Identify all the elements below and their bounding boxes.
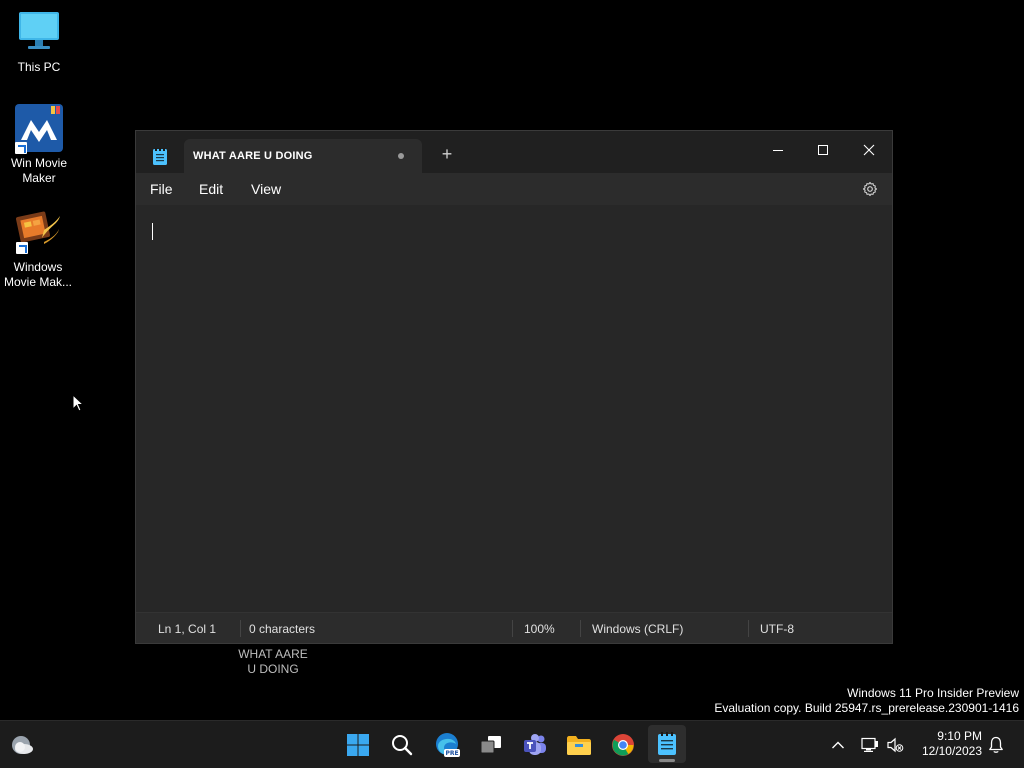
status-separator bbox=[512, 620, 513, 637]
chrome-button[interactable] bbox=[607, 729, 639, 761]
network-icon bbox=[861, 737, 878, 752]
desktop-icon-label: This PC bbox=[17, 60, 61, 74]
settings-gear-icon[interactable] bbox=[862, 181, 878, 197]
text-caret bbox=[152, 223, 153, 240]
text-editor-area[interactable] bbox=[136, 205, 892, 611]
chrome-icon bbox=[612, 734, 634, 756]
status-bar: Ln 1, Col 1 0 characters 100% Windows (C… bbox=[136, 612, 892, 643]
watermark-line-1: Windows 11 Pro Insider Preview bbox=[847, 686, 1019, 700]
close-icon bbox=[863, 144, 875, 156]
status-character-count: 0 characters bbox=[249, 622, 316, 636]
notifications-button[interactable] bbox=[986, 735, 1006, 755]
notepad-window[interactable]: WHAT AARE U DOING + File Edit View Ln 1,… bbox=[135, 130, 893, 644]
unsaved-dot-icon[interactable] bbox=[398, 153, 404, 159]
maximize-button[interactable] bbox=[803, 135, 843, 165]
file-explorer-button[interactable] bbox=[563, 729, 595, 761]
status-separator bbox=[748, 620, 749, 637]
edge-icon: PRE bbox=[436, 733, 460, 757]
task-view-button[interactable] bbox=[475, 729, 507, 761]
status-separator bbox=[580, 620, 581, 637]
search-button[interactable] bbox=[386, 729, 418, 761]
shortcut-arrow-icon bbox=[16, 242, 28, 254]
desktop-icon-windows-movie-maker[interactable]: Windows Movie Mak... bbox=[0, 208, 76, 290]
file-explorer-icon bbox=[567, 736, 591, 755]
taskbar: PRE 9:10 PM 12/10/2023 bbox=[0, 720, 1024, 768]
status-cursor-position: Ln 1, Col 1 bbox=[158, 622, 217, 636]
bell-icon bbox=[989, 736, 1003, 753]
watermark-line-2: Evaluation copy. Build 25947.rs_prerelea… bbox=[714, 701, 1019, 715]
search-icon bbox=[392, 735, 413, 756]
menu-file[interactable]: File bbox=[150, 181, 173, 197]
weather-cloud-icon bbox=[12, 736, 33, 754]
notepad-taskbar-button[interactable] bbox=[648, 725, 686, 763]
menu-edit[interactable]: Edit bbox=[199, 181, 223, 197]
monitor-icon bbox=[17, 10, 61, 54]
widgets-button[interactable] bbox=[6, 729, 38, 761]
desktop-icon-label: Windows Movie Mak... bbox=[3, 260, 72, 289]
chevron-up-icon bbox=[832, 741, 844, 749]
running-indicator bbox=[659, 759, 675, 762]
status-line-ending[interactable]: Windows (CRLF) bbox=[592, 622, 683, 636]
network-button[interactable] bbox=[860, 735, 880, 755]
menu-view[interactable]: View bbox=[251, 181, 281, 197]
task-view-icon bbox=[480, 736, 501, 754]
notepad-icon bbox=[658, 732, 676, 755]
menu-bar: File Edit View bbox=[136, 173, 892, 205]
desktop-icon-label: Win Movie Maker bbox=[10, 156, 67, 185]
tab-title: WHAT AARE U DOING bbox=[193, 150, 313, 162]
close-button[interactable] bbox=[849, 135, 889, 165]
minimize-icon bbox=[773, 150, 783, 151]
volume-muted-icon bbox=[887, 737, 904, 753]
volume-button[interactable] bbox=[885, 735, 905, 755]
drag-preview-label: WHAT AARE U DOING bbox=[238, 647, 308, 676]
show-hidden-icons-button[interactable] bbox=[828, 735, 848, 755]
evaluation-watermark: Windows 11 Pro Insider Preview Evaluatio… bbox=[714, 686, 1019, 716]
clock-time: 9:10 PM bbox=[937, 729, 982, 743]
status-separator bbox=[240, 620, 241, 637]
minimize-button[interactable] bbox=[758, 135, 798, 165]
status-encoding[interactable]: UTF-8 bbox=[760, 622, 794, 636]
new-tab-button[interactable]: + bbox=[438, 145, 456, 163]
shortcut-arrow-icon bbox=[15, 142, 27, 154]
start-icon bbox=[347, 734, 369, 756]
status-zoom[interactable]: 100% bbox=[524, 622, 555, 636]
maximize-icon bbox=[818, 145, 828, 155]
mouse-cursor-icon bbox=[72, 393, 85, 412]
desktop-icon-win-movie-maker[interactable]: Win Movie Maker bbox=[1, 104, 77, 186]
edge-pre-badge: PRE bbox=[445, 750, 458, 757]
taskbar-clock[interactable]: 9:10 PM 12/10/2023 bbox=[922, 729, 982, 759]
film-reel-icon bbox=[15, 208, 60, 254]
title-bar[interactable]: WHAT AARE U DOING + bbox=[136, 131, 892, 173]
start-button[interactable] bbox=[342, 729, 374, 761]
document-tab[interactable]: WHAT AARE U DOING bbox=[184, 139, 422, 173]
teams-icon bbox=[524, 734, 546, 755]
desktop-icon-this-pc[interactable]: This PC bbox=[1, 10, 77, 75]
edge-button[interactable]: PRE bbox=[431, 729, 463, 761]
win-movie-maker-icon bbox=[15, 104, 63, 154]
teams-button[interactable] bbox=[519, 729, 551, 761]
clock-date: 12/10/2023 bbox=[921, 744, 982, 758]
notepad-app-icon bbox=[153, 148, 167, 165]
